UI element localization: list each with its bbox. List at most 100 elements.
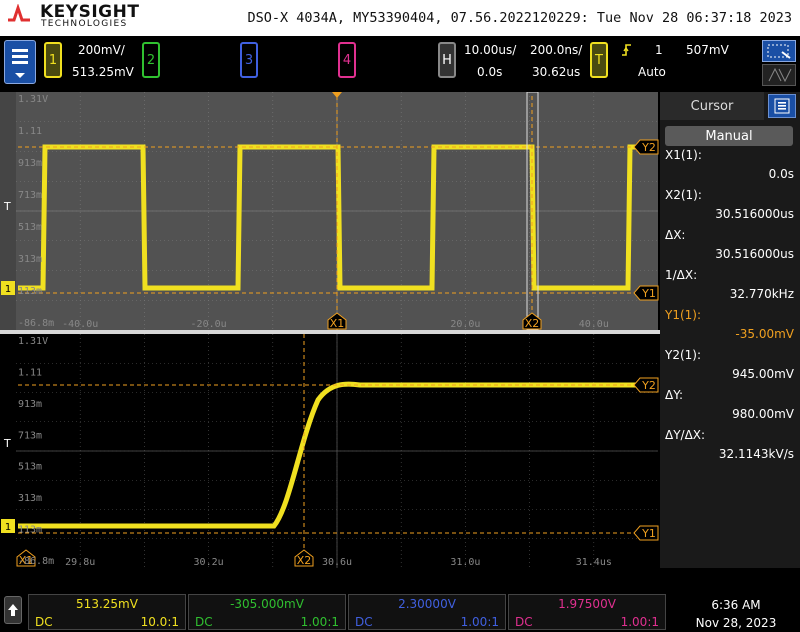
x-axis-label: 29.8u: [65, 557, 95, 568]
cursor-readout-label: ΔX:: [665, 228, 686, 242]
menu-icon: [12, 49, 28, 78]
x-axis-label: 20.0u: [450, 319, 480, 330]
clock: 6:36 AM Nov 28, 2023: [676, 596, 796, 632]
zoom-scale: 200.0ns/: [530, 43, 583, 57]
channel-3-summary[interactable]: 2.30000V DC 1.00:1: [348, 594, 506, 630]
horizontal-delay: 0.0s: [477, 65, 503, 79]
menu-list-button[interactable]: [768, 94, 796, 118]
main-menu-button[interactable]: [4, 40, 36, 84]
horizontal-scale: 10.00us/: [464, 43, 517, 57]
ground-marker-text: 1: [5, 522, 11, 533]
rising-edge-icon: [622, 44, 631, 56]
channel-1-summary[interactable]: 513.25mV DC 10.0:1: [28, 594, 186, 630]
y-axis-label: 313m: [18, 493, 42, 504]
clock-date: Nov 28, 2023: [695, 616, 777, 630]
cursor-readout-label: ΔY/ΔX:: [665, 428, 706, 442]
channel-coupling: DC: [515, 615, 533, 629]
channel-coupling: DC: [35, 615, 53, 629]
channel-1-scale: 200mV/: [78, 43, 125, 57]
channel-2-number: 2: [146, 52, 156, 68]
channel-offset-value: 1.97500V: [558, 597, 616, 611]
y-axis-label: 313m: [18, 254, 42, 265]
edge-navigate-icon: [768, 67, 792, 83]
cursor-readout-label: X1(1):: [665, 148, 702, 162]
tab-cursor[interactable]: Cursor: [660, 92, 764, 120]
graticule-labels: 1.31V 1.11 913m 713m 513m 313m 113m -86.8m -40.0…: [3, 94, 612, 568]
channel-offset-value: 2.30000V: [398, 597, 456, 611]
cursor-readout-label: ΔY:: [665, 388, 683, 402]
zoom-delay: 30.62us: [532, 65, 581, 79]
cursor-readout-value: 980.00mV: [732, 407, 794, 421]
channel-1-offset: 513.25mV: [72, 65, 134, 79]
channel-4-number: 4: [342, 52, 352, 68]
y-axis-label: 1.31V: [18, 336, 48, 347]
y2-marker: Y2: [633, 139, 659, 155]
x-axis-label: 31.0u: [450, 557, 480, 568]
home-button[interactable]: [4, 596, 22, 624]
y1-marker-zoom-text: Y1: [641, 527, 656, 540]
trigger-source: 1: [655, 43, 663, 57]
y2-marker-zoom-text: Y2: [641, 379, 656, 392]
navigate-button[interactable]: [762, 64, 796, 86]
channel-2-summary[interactable]: -305.000mV DC 1.00:1: [188, 594, 346, 630]
cursor-readout-value: 0.0s: [768, 167, 794, 181]
y-axis-label: 113m: [18, 286, 42, 297]
y-axis-label: 1.11: [18, 367, 42, 378]
up-arrow-icon: [8, 604, 18, 616]
y-axis-label: 113m: [18, 525, 42, 536]
channel-3-button[interactable]: 3: [240, 42, 258, 78]
y1-marker-text: Y1: [641, 287, 656, 300]
channel-probe-ratio: 10.0:1: [140, 615, 179, 629]
channel-offset-value: -305.000mV: [230, 597, 304, 611]
cursor-readout-label: Y2(1):: [665, 348, 702, 362]
horizontal-label: H: [442, 52, 452, 68]
x-axis-label: -40.0u: [62, 319, 98, 330]
channel-4-summary[interactable]: 1.97500V DC 1.00:1: [508, 594, 666, 630]
y-axis-label: 513m: [18, 222, 42, 233]
keysight-logo-icon: [8, 4, 30, 22]
ground-marker: 1: [1, 281, 15, 295]
y1-marker-zoom: Y1: [633, 525, 659, 541]
x-axis-label: 30.2u: [194, 557, 224, 568]
cursor-readout-label: Y1(1):: [665, 308, 702, 322]
horizontal-button[interactable]: H: [438, 42, 456, 78]
channel-probe-ratio: 1.00:1: [620, 615, 659, 629]
y1-marker: Y1: [633, 285, 659, 301]
ground-marker: 1: [1, 519, 15, 533]
x-axis-label: 40.0u: [579, 319, 609, 330]
channel-4-button[interactable]: 4: [338, 42, 356, 78]
channel-probe-ratio: 1.00:1: [300, 615, 339, 629]
zoom-button[interactable]: [762, 40, 796, 62]
cursor-readout-value: 30.516000us: [715, 247, 794, 261]
cursor-readout-value: 32.770kHz: [729, 287, 794, 301]
y-axis-label: -86.8m: [18, 556, 54, 567]
cursor-readout-value: 30.516000us: [715, 207, 794, 221]
trigger-mode: Auto: [638, 65, 666, 79]
cursor-readout-label: 1/ΔX:: [665, 268, 698, 282]
brand-subtitle: TECHNOLOGIES: [41, 19, 128, 29]
clock-time: 6:36 AM: [711, 598, 761, 612]
trigger-level-marker: T: [3, 200, 11, 213]
channel-1-number: 1: [48, 52, 58, 68]
trigger-button[interactable]: T: [590, 42, 608, 78]
channel-coupling: DC: [195, 615, 213, 629]
channel-1-button[interactable]: 1: [44, 42, 62, 78]
cursor-readout-label: X2(1):: [665, 188, 702, 202]
channel-probe-ratio: 1.00:1: [460, 615, 499, 629]
y-axis-label: 513m: [18, 462, 42, 473]
channel-offset-value: 513.25mV: [76, 597, 138, 611]
channel-2-button[interactable]: 2: [142, 42, 160, 78]
cursor-lines[interactable]: Y2Y1Y2Y1X1 X2X2X111: [1, 92, 659, 567]
y-axis-label: 913m: [18, 158, 42, 169]
cursor-readout-value: -35.00mV: [735, 327, 794, 341]
trigger-level: 507mV: [686, 43, 729, 57]
channel-coupling: DC: [355, 615, 373, 629]
list-icon: [774, 98, 790, 114]
x-axis-label: -20.0u: [191, 319, 227, 330]
y-axis-label: 713m: [18, 190, 42, 201]
ground-marker-text: 1: [5, 284, 11, 295]
x2-marker-zoom-text: X2: [297, 554, 312, 567]
y-axis-label: 1.11: [18, 126, 42, 137]
cursor-mode-button[interactable]: Manual: [665, 126, 793, 146]
x-axis-label: 30.6u: [322, 557, 352, 568]
